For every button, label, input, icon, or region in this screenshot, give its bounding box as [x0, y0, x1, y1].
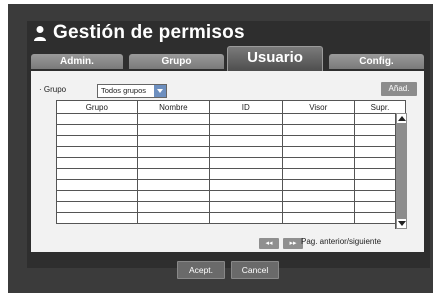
tab-grupo[interactable]: Grupo	[129, 54, 224, 69]
arrow-down-icon[interactable]	[397, 219, 406, 228]
title-bar: Gestión de permisos	[27, 21, 430, 47]
cancel-button[interactable]: Cancel	[231, 261, 279, 279]
screen-frame: Gestión de permisos Admin. Grupo Usuario…	[8, 4, 433, 293]
table-body	[56, 113, 407, 224]
group-select-value: Todos grupos	[101, 86, 147, 95]
user-table: Grupo Nombre ID Visor Supr.	[56, 100, 407, 224]
column-header-supr: Supr.	[353, 100, 407, 114]
chevron-down-icon[interactable]	[154, 85, 166, 97]
table-row[interactable]	[56, 168, 407, 180]
tab-usuario[interactable]: Usuario	[227, 46, 323, 71]
table-row[interactable]	[56, 179, 407, 191]
column-header-nombre: Nombre	[136, 100, 211, 114]
table-row[interactable]	[56, 212, 407, 224]
prev-page-button[interactable]: ◂◂	[259, 238, 279, 249]
column-header-visor: Visor	[281, 100, 355, 114]
table-row[interactable]	[56, 201, 407, 213]
page-title: Gestión de permisos	[53, 22, 245, 43]
table-row[interactable]	[56, 157, 407, 169]
table-header-row: Grupo Nombre ID Visor Supr.	[56, 100, 407, 114]
accept-button[interactable]: Acept.	[177, 261, 225, 279]
table-row[interactable]	[56, 135, 407, 147]
arrow-up-icon[interactable]	[397, 114, 406, 123]
table-row[interactable]	[56, 124, 407, 136]
table-row[interactable]	[56, 190, 407, 202]
pager-label: Pag. anterior/siguiente	[301, 237, 382, 246]
group-select[interactable]: Todos grupos	[97, 84, 167, 98]
tab-admin[interactable]: Admin.	[31, 54, 123, 69]
add-user-button[interactable]: Añad.	[381, 82, 417, 96]
tab-config[interactable]: Config.	[329, 54, 424, 69]
table-row[interactable]	[56, 146, 407, 158]
user-panel: · Grupo Todos grupos Añad. Grupo Nombre …	[31, 71, 424, 252]
next-page-button[interactable]: ▸▸	[283, 238, 303, 249]
group-filter-label: · Grupo	[39, 85, 67, 94]
table-row[interactable]	[56, 113, 407, 125]
column-header-id: ID	[209, 100, 283, 114]
column-header-grupo: Grupo	[56, 100, 138, 114]
table-scrollbar[interactable]	[395, 113, 407, 229]
user-icon	[34, 26, 46, 41]
permissions-dialog: Gestión de permisos Admin. Grupo Usuario…	[27, 21, 430, 279]
